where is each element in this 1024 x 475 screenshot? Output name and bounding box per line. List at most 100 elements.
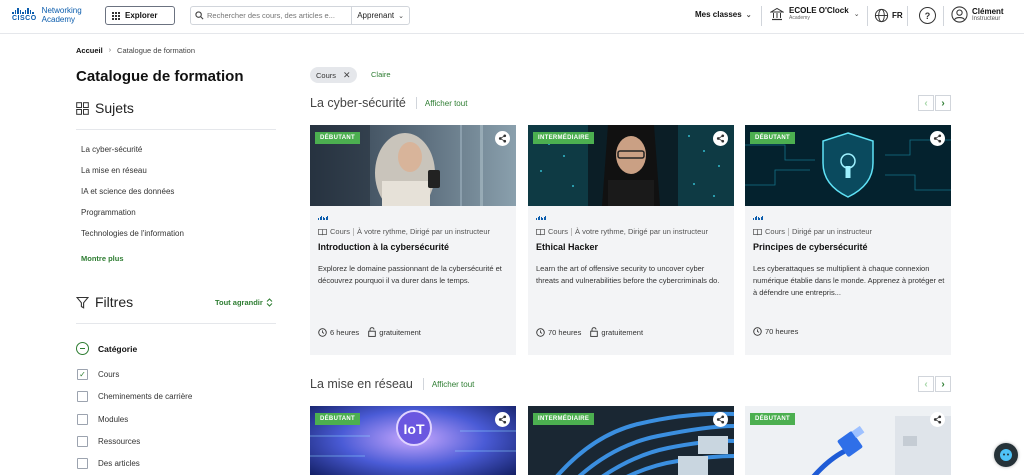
category-option-label: Ressources	[98, 437, 141, 446]
chevron-right-icon: ›	[941, 97, 945, 109]
close-icon[interactable]: ✕	[343, 70, 351, 81]
checkbox[interactable]	[77, 391, 88, 402]
level-badge: INTERMÉDIAIRE	[533, 132, 595, 144]
category-option-modules[interactable]: Modules	[77, 414, 128, 425]
expand-all-button[interactable]: Tout agrandir	[215, 298, 273, 307]
category-toggle[interactable]: Catégorie	[76, 342, 137, 355]
active-filter-chip[interactable]: Cours ✕	[310, 67, 357, 83]
course-title[interactable]: Introduction à la cybersécurité	[318, 242, 510, 252]
chevron-right-icon: ›	[941, 378, 945, 390]
category-option-cours[interactable]: ✓ Cours	[77, 369, 119, 380]
course-mode: À votre rythme, Dirigé par un instructeu…	[575, 227, 708, 236]
help-button[interactable]: ?	[919, 7, 936, 24]
section-header-networking: La mise en réseau Afficher tout	[310, 377, 474, 391]
search-role-select[interactable]: Apprenant ⌄	[351, 7, 409, 24]
grid-squares-icon	[76, 101, 89, 115]
clock-icon	[536, 327, 545, 337]
cisco-logo-icon: CISCO	[12, 8, 37, 22]
checkbox[interactable]	[77, 414, 88, 425]
share-button[interactable]	[713, 412, 728, 427]
course-duration: 70 heures	[548, 327, 582, 337]
share-button[interactable]	[495, 412, 510, 427]
show-all-link[interactable]: Afficher tout	[425, 99, 468, 108]
course-mode: À votre rythme, Dirigé par un instructeu…	[357, 227, 490, 236]
carousel-next-button[interactable]: ›	[935, 376, 951, 392]
user-role: Instructeur	[972, 16, 1001, 22]
course-card[interactable]: IoT DÉBUTANT	[310, 406, 516, 475]
school-sub: Academy	[789, 15, 810, 21]
page-title: Catalogue de formation	[76, 68, 244, 85]
school-selector[interactable]: ECOLE O'Clock Academy ⌄	[770, 6, 860, 21]
course-card[interactable]: DÉBUTANT	[745, 406, 951, 475]
subject-link[interactable]: Technologies de l'information	[81, 229, 184, 238]
top-bar: CISCO Networking Academy Explorer Appren…	[0, 0, 1024, 34]
share-button[interactable]	[495, 131, 510, 146]
school-name: ECOLE O'Clock	[789, 6, 849, 15]
level-badge: DÉBUTANT	[750, 132, 795, 144]
subject-link[interactable]: La cyber-sécurité	[81, 145, 142, 154]
carousel-prev-button[interactable]: ‹	[918, 95, 934, 111]
category-option-career[interactable]: Cheminements de carrière	[77, 391, 192, 402]
breadcrumb-home-link[interactable]: Accueil	[76, 46, 103, 55]
user-menu[interactable]: Clément Instructeur	[951, 6, 1004, 23]
course-duration: 70 heures	[765, 327, 799, 336]
language-selector[interactable]: FR	[874, 8, 903, 23]
share-icon	[933, 415, 942, 424]
chevron-left-icon: ‹	[924, 97, 928, 109]
share-icon	[498, 134, 507, 143]
show-all-link[interactable]: Afficher tout	[432, 380, 475, 389]
search-bar: Apprenant ⌄	[190, 6, 410, 25]
networking-academy-logo[interactable]: CISCO Networking Academy	[12, 6, 82, 24]
collapse-minus-icon	[76, 342, 89, 355]
subject-link[interactable]: La mise en réseau	[81, 166, 147, 175]
subject-link[interactable]: IA et science des données	[81, 187, 174, 196]
subjects-heading-label: Sujets	[95, 100, 134, 116]
carousel-prev-button[interactable]: ‹	[918, 376, 934, 392]
expand-chevrons-icon	[266, 298, 273, 307]
share-icon	[716, 134, 725, 143]
course-card[interactable]: INTERMÉDIAIRE Cours À votre rythme, Diri…	[528, 125, 734, 355]
course-meta: Cours Dirigé par un instructeur	[753, 227, 945, 236]
search-icon[interactable]	[191, 11, 207, 20]
show-more-link[interactable]: Montre plus	[81, 254, 124, 263]
divider	[76, 323, 276, 324]
course-card[interactable]: INTERMÉDIAIRE	[528, 406, 734, 475]
my-classes-menu[interactable]: Mes classes ⌄	[695, 10, 752, 19]
section-title: La cyber-sécurité	[310, 96, 406, 110]
subject-link[interactable]: Programmation	[81, 208, 136, 217]
course-title[interactable]: Ethical Hacker	[536, 242, 728, 252]
category-option-label: Cheminements de carrière	[98, 392, 193, 401]
category-option-articles[interactable]: Des articles	[77, 458, 140, 469]
header-divider	[761, 6, 762, 26]
checkbox-checked[interactable]: ✓	[77, 369, 88, 380]
share-button[interactable]	[930, 131, 945, 146]
course-price: gratuitement	[601, 327, 644, 337]
globe-icon	[874, 8, 889, 23]
category-option-resources[interactable]: Ressources	[77, 436, 140, 447]
course-title[interactable]: Principes de cybersécurité	[753, 242, 945, 252]
checkbox[interactable]	[77, 436, 88, 447]
course-card[interactable]: DÉBUTANT Cours Dirigé par un instructeur…	[745, 125, 951, 355]
filter-icon	[76, 296, 89, 309]
book-icon	[536, 228, 545, 235]
search-input[interactable]	[207, 11, 352, 20]
share-button[interactable]	[713, 131, 728, 146]
chat-assistant-button[interactable]	[994, 443, 1018, 467]
book-icon	[753, 228, 762, 235]
share-button[interactable]	[930, 412, 945, 427]
course-footer: 70 heures	[753, 327, 798, 336]
help-icon: ?	[919, 7, 936, 24]
my-classes-label: Mes classes	[695, 10, 742, 19]
explorer-label: Explorer	[125, 11, 158, 20]
building-icon	[770, 7, 784, 20]
checkbox[interactable]	[77, 458, 88, 469]
expand-all-label: Tout agrandir	[215, 298, 263, 307]
category-option-label: Cours	[98, 370, 120, 379]
category-heading: Catégorie	[98, 343, 138, 354]
explorer-button[interactable]: Explorer	[105, 6, 175, 25]
carousel-next-button[interactable]: ›	[935, 95, 951, 111]
course-card[interactable]: DÉBUTANT Cours À votre rythme, Dirigé pa…	[310, 125, 516, 355]
clear-filters-link[interactable]: Claire	[371, 70, 391, 79]
course-meta: Cours À votre rythme, Dirigé par un inst…	[318, 227, 510, 236]
user-avatar-icon	[951, 6, 968, 23]
